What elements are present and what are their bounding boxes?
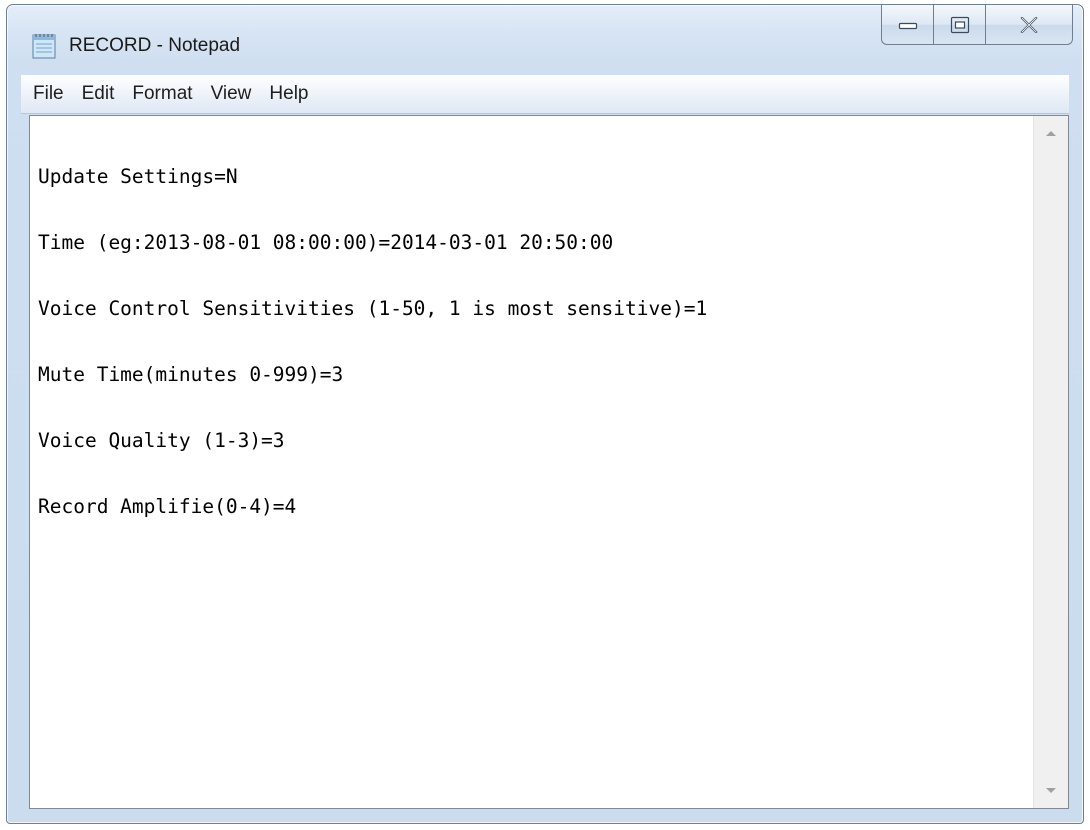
menu-bar: File Edit Format View Help [21,75,1069,114]
text-line: Record Amplifie(0-4)=4 [38,495,297,518]
window-title: RECORD - Notepad [69,35,241,56]
text-line: Voice Quality (1-3)=3 [38,429,285,452]
menu-view[interactable]: View [203,83,260,105]
notepad-window: RECORD - Notepad File Edit Format View H… [6,4,1084,824]
document-text[interactable]: Update Settings=N Time (eg:2013-08-01 08… [38,122,1028,802]
notepad-icon[interactable] [31,31,57,59]
vertical-scrollbar[interactable] [1033,116,1068,808]
menu-edit[interactable]: Edit [74,83,123,105]
minimize-button[interactable] [881,5,933,45]
text-line: Update Settings=N [38,165,238,188]
caption-buttons [881,5,1073,45]
scroll-down-button[interactable] [1034,774,1068,808]
text-line: Voice Control Sensitivities (1-50, 1 is … [38,297,708,320]
scroll-up-button[interactable] [1034,116,1068,150]
text-editor[interactable]: Update Settings=N Time (eg:2013-08-01 08… [29,115,1069,809]
maximize-button[interactable] [933,5,985,45]
title-bar[interactable]: RECORD - Notepad [7,5,1083,67]
text-line: Mute Time(minutes 0-999)=3 [38,363,344,386]
menu-format[interactable]: Format [124,83,200,105]
close-button[interactable] [985,5,1073,45]
menu-help[interactable]: Help [261,83,316,105]
menu-file[interactable]: File [25,83,72,105]
text-line: Time (eg:2013-08-01 08:00:00)=2014-03-01… [38,231,614,254]
